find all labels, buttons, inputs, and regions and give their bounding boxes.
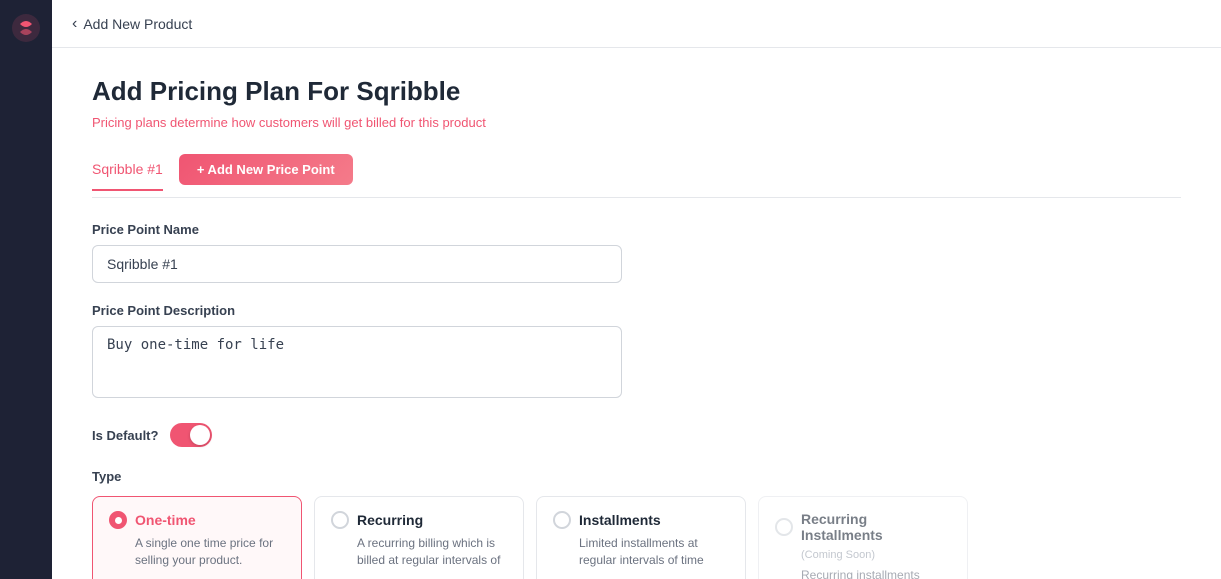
top-nav: ‹ Add New Product bbox=[52, 0, 1221, 48]
price-point-desc-group: Price Point Description Buy one-time for… bbox=[92, 303, 1181, 403]
main-area: ‹ Add New Product Add Pricing Plan For S… bbox=[52, 0, 1221, 579]
type-card-ri-title: Recurring Installments bbox=[801, 511, 951, 543]
type-card-recurring[interactable]: Recurring A recurring billing which is b… bbox=[314, 496, 524, 579]
back-arrow-icon: ‹ bbox=[72, 15, 77, 33]
type-card-one-time[interactable]: One-time A single one time price for sel… bbox=[92, 496, 302, 579]
page-title: Add Pricing Plan For Sqribble bbox=[92, 76, 1181, 107]
type-cards: One-time A single one time price for sel… bbox=[92, 496, 1181, 579]
type-card-one-time-header: One-time bbox=[109, 511, 285, 529]
type-card-recurring-installments[interactable]: Recurring Installments (Coming Soon) Rec… bbox=[758, 496, 968, 579]
type-section: Type One-time A single one time price fo… bbox=[92, 469, 1181, 579]
price-point-name-label: Price Point Name bbox=[92, 222, 1181, 237]
app-logo-icon bbox=[10, 12, 42, 44]
radio-recurring-installments bbox=[775, 518, 793, 536]
toggle-knob bbox=[190, 425, 210, 445]
subtitle-highlight: this bbox=[419, 115, 439, 130]
type-label: Type bbox=[92, 469, 1181, 484]
radio-one-time bbox=[109, 511, 127, 529]
type-card-installments-title: Installments bbox=[579, 512, 661, 528]
type-card-recurring-header: Recurring bbox=[331, 511, 507, 529]
page-subtitle: Pricing plans determine how customers wi… bbox=[92, 115, 1181, 130]
radio-recurring bbox=[331, 511, 349, 529]
type-card-one-time-title: One-time bbox=[135, 512, 196, 528]
type-card-ri-desc: Recurring installments bbox=[775, 567, 951, 579]
type-card-installments-header: Installments bbox=[553, 511, 729, 529]
coming-soon-label: (Coming Soon) bbox=[775, 549, 951, 561]
is-default-label: Is Default? bbox=[92, 428, 158, 443]
add-price-point-button[interactable]: + Add New Price Point bbox=[179, 154, 353, 185]
is-default-row: Is Default? bbox=[92, 423, 1181, 447]
radio-installments bbox=[553, 511, 571, 529]
back-button[interactable]: ‹ Add New Product bbox=[72, 15, 192, 33]
type-card-one-time-desc: A single one time price for selling your… bbox=[109, 535, 285, 569]
tab-sqribble-1[interactable]: Sqribble #1 bbox=[92, 161, 163, 191]
subtitle-end: product bbox=[439, 115, 486, 130]
is-default-toggle[interactable] bbox=[170, 423, 212, 447]
type-card-installments-desc: Limited installments at regular interval… bbox=[553, 535, 729, 569]
type-card-ri-header: Recurring Installments bbox=[775, 511, 951, 543]
subtitle-main: Pricing plans determine how customers wi… bbox=[92, 115, 419, 130]
sidebar bbox=[0, 0, 52, 579]
price-point-desc-label: Price Point Description bbox=[92, 303, 1181, 318]
tabs-row: Sqribble #1 + Add New Price Point bbox=[92, 154, 1181, 198]
type-card-recurring-title: Recurring bbox=[357, 512, 423, 528]
price-point-desc-input[interactable]: Buy one-time for life bbox=[92, 326, 622, 398]
radio-inner-one-time bbox=[115, 517, 122, 524]
type-card-recurring-desc: A recurring billing which is billed at r… bbox=[331, 535, 507, 569]
price-point-name-group: Price Point Name bbox=[92, 222, 1181, 283]
content-area: Add Pricing Plan For Sqribble Pricing pl… bbox=[52, 48, 1221, 579]
type-card-installments[interactable]: Installments Limited installments at reg… bbox=[536, 496, 746, 579]
page-breadcrumb: Add New Product bbox=[83, 16, 192, 32]
price-point-name-input[interactable] bbox=[92, 245, 622, 283]
